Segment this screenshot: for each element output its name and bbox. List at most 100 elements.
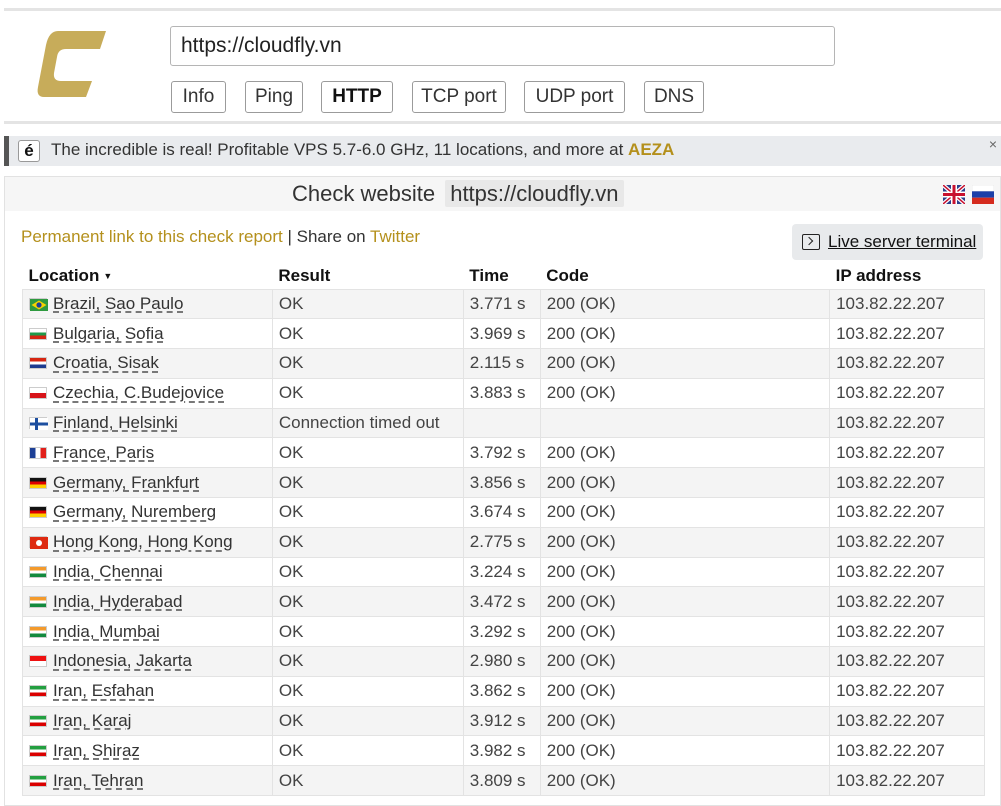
terminal-icon [802,234,820,250]
tab-http[interactable]: HTTP [321,81,393,113]
location-cell: Iran, Karaj [22,706,273,737]
tab-udp-port[interactable]: UDP port [524,81,625,113]
ip-cell: 103.82.22.207 [829,765,985,797]
location-link[interactable]: India, Mumbai [53,622,160,641]
table-row: India, Hyderabad OK 3.472 s 200 (OK) 103.82.… [22,586,985,618]
table-row: Finland, Helsinki Connection timed out 103… [22,408,985,439]
sort-arrow-icon: ▼ [103,270,113,281]
time-cell: 3.292 s [462,616,541,648]
banner-message: The incredible is real! Profitable VPS 5… [51,140,624,159]
time-cell: 2.980 s [462,646,541,677]
live-server-terminal-button[interactable]: Live server terminal [792,224,983,260]
br-flag-icon [29,297,48,311]
code-cell [539,408,830,439]
time-cell [462,408,541,439]
location-link[interactable]: Czechia, C.Budejovice [53,383,224,402]
ip-cell: 103.82.22.207 [829,557,985,588]
code-cell: 200 (OK) [539,676,830,707]
code-cell: 200 (OK) [539,348,830,379]
location-link[interactable]: India, Hyderabad [53,592,182,611]
permanent-link[interactable]: Permanent link to this check report [21,227,283,246]
result-cell: OK [271,557,464,588]
tab-info[interactable]: Info [171,81,226,113]
result-cell: OK [271,437,464,469]
result-cell: OK [271,467,464,499]
ad-banner[interactable]: é The incredible is real! Profitable VPS… [4,136,1001,166]
table-header-row: Location ▼ Result Time Code IP address [22,263,985,290]
twitter-link[interactable]: Twitter [370,227,420,246]
cz-flag-icon [29,387,47,400]
result-cell: OK [271,497,464,528]
location-cell: Bulgaria, Sofia [22,318,273,350]
location-link[interactable]: Indonesia, Jakarta [53,651,192,670]
time-cell: 3.771 s [462,289,541,320]
tab-ping[interactable]: Ping [245,81,303,113]
in-flag-icon [29,595,47,608]
ip-cell: 103.82.22.207 [829,467,985,499]
result-cell: OK [271,378,464,409]
checked-url: https://cloudfly.vn [445,180,624,207]
code-cell: 200 (OK) [539,557,830,588]
location-link[interactable]: Finland, Helsinki [53,413,178,432]
time-cell: 3.883 s [462,378,541,409]
location-link[interactable]: Hong Kong, Hong Kong [53,532,233,551]
ir-flag-icon [29,774,47,787]
code-cell: 200 (OK) [539,378,830,409]
tab-dns[interactable]: DNS [644,81,704,113]
location-link[interactable]: Bulgaria, Sofia [53,324,164,343]
hk-flag-icon [29,536,48,550]
code-cell: 200 (OK) [539,437,830,469]
location-link[interactable]: Croatia, Sisak [53,353,159,372]
location-link[interactable]: India, Chennai [53,562,163,581]
column-header-ip: IP address [829,263,985,290]
table-row: Iran, Shiraz OK 3.982 s 200 (OK) 103.82.22.2… [22,735,985,767]
banner-brand-link[interactable]: AEZA [628,140,674,159]
time-cell: 3.982 s [462,735,541,767]
code-cell: 200 (OK) [539,467,830,499]
check-results-card: Check website https://cloudfly.vn Perman… [4,176,1001,806]
location-cell: France, Paris [22,437,273,469]
location-link[interactable]: Iran, Esfahan [53,681,154,700]
live-terminal-label: Live server terminal [828,232,977,251]
column-header-location[interactable]: Location ▼ [22,263,273,290]
location-cell: Croatia, Sisak [22,348,273,379]
tab-tcp-port[interactable]: TCP port [412,81,506,113]
table-row: Brazil, Sao Paulo OK 3.771 s 200 (OK) 103.82… [22,289,985,320]
ip-cell: 103.82.22.207 [829,706,985,737]
english-flag-icon[interactable] [943,185,965,204]
result-cell: OK [271,318,464,350]
hr-flag-icon [29,357,47,370]
table-row: Indonesia, Jakarta OK 2.980 s 200 (OK) 103.8… [22,646,985,677]
time-cell: 3.809 s [462,765,541,797]
url-input[interactable] [170,26,835,66]
in-flag-icon [29,566,47,579]
table-row: Croatia, Sisak OK 2.115 s 200 (OK) 103.82.22… [22,348,985,379]
ip-cell: 103.82.22.207 [829,586,985,618]
table-row: France, Paris OK 3.792 s 200 (OK) 103.82.22.… [22,437,985,469]
location-link[interactable]: Iran, Shiraz [53,741,140,760]
share-label: | Share on [287,227,366,246]
location-link[interactable]: Iran, Tehran [53,771,143,790]
time-cell: 3.856 s [462,467,541,499]
check-title: Check website [292,181,436,206]
column-header-result: Result [272,263,464,290]
location-link[interactable]: Brazil, Sao Paulo [53,294,183,313]
page-title: Check website https://cloudfly.vn [292,180,624,207]
result-cell: OK [271,646,464,677]
location-link[interactable]: Iran, Karaj [53,711,131,730]
location-link[interactable]: Germany, Nuremberg [53,502,216,521]
close-icon[interactable]: × [989,136,997,152]
ip-cell: 103.82.22.207 [829,408,985,439]
results-table: Location ▼ Result Time Code IP address Br… [22,263,985,797]
in-flag-icon [29,625,47,638]
site-logo[interactable] [36,29,108,99]
column-header-code: Code [540,263,830,290]
location-link[interactable]: France, Paris [53,443,154,462]
time-cell: 3.912 s [462,706,541,737]
de-flag-icon [29,476,47,489]
result-cell: OK [271,348,464,379]
result-cell: OK [271,586,464,618]
russian-flag-icon[interactable] [972,185,994,204]
code-cell: 200 (OK) [539,318,830,350]
location-link[interactable]: Germany, Frankfurt [53,473,199,492]
